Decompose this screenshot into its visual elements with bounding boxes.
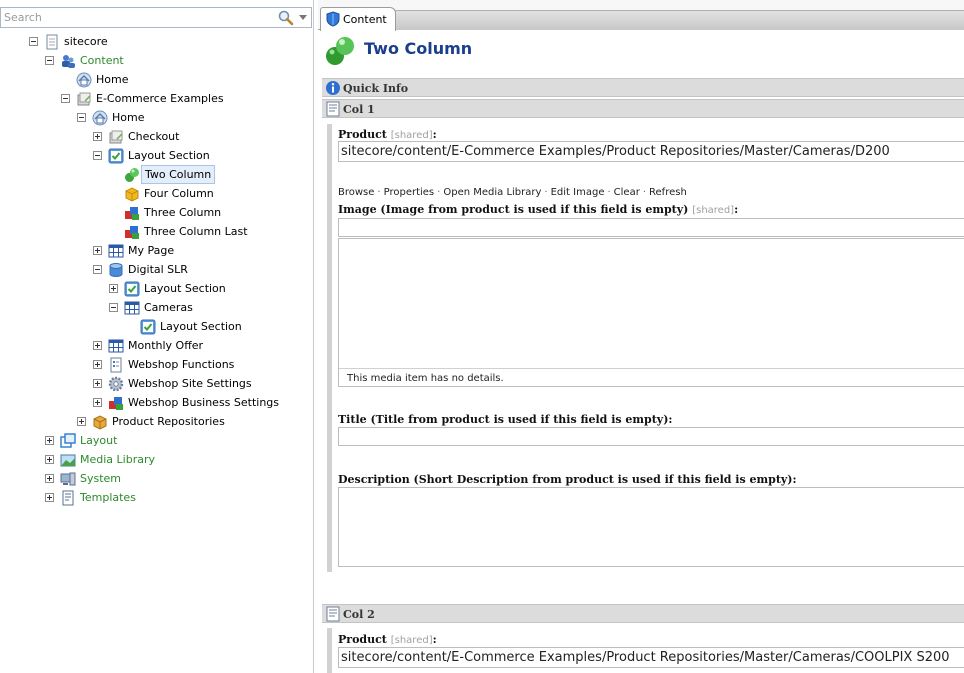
collapse-toggle[interactable] — [93, 151, 102, 160]
color-blocks-icon — [125, 226, 139, 239]
folder-pages-icon — [77, 92, 91, 106]
color-blocks-icon — [125, 207, 139, 220]
folder-pages-icon — [109, 130, 123, 144]
expand-toggle[interactable] — [93, 379, 102, 388]
description-field-label: Description (Short Description from prod… — [338, 473, 797, 486]
package-icon — [93, 415, 107, 430]
expand-toggle[interactable] — [45, 455, 54, 464]
section-quick-info[interactable]: Quick Info — [322, 78, 964, 97]
collapse-toggle[interactable] — [61, 94, 70, 103]
document-icon — [46, 34, 58, 50]
expand-toggle[interactable] — [109, 284, 118, 293]
tree-view: sitecore Content Home E-Commerce Example… — [0, 32, 312, 672]
properties-link[interactable]: Properties — [384, 187, 435, 198]
tab-content[interactable]: Content — [320, 7, 396, 31]
grid-table-icon — [108, 339, 124, 353]
green-sphere-icon — [125, 168, 139, 182]
layout-windows-icon — [60, 433, 76, 448]
expand-toggle[interactable] — [93, 341, 102, 350]
col1-product-input[interactable]: sitecore/content/E-Commerce Examples/Pro… — [338, 141, 964, 162]
blue-shield-icon — [326, 11, 340, 27]
shared-tag: [shared] — [692, 205, 735, 216]
image-no-details-text: This media item has no details. — [347, 373, 504, 384]
content-tree-panel: sitecore Content Home E-Commerce Example… — [0, 0, 314, 673]
section-indent-bar — [327, 124, 332, 572]
collapse-toggle[interactable] — [109, 303, 118, 312]
section-indent-bar — [327, 628, 332, 673]
home-icon — [92, 110, 108, 126]
expand-toggle[interactable] — [93, 132, 102, 141]
search-options-chevron-down-icon[interactable] — [299, 15, 307, 20]
search-input[interactable] — [1, 8, 271, 27]
item-header: Two Column — [318, 31, 964, 75]
product-field-label: Product [shared]: — [338, 633, 437, 646]
image-path-input[interactable] — [338, 218, 964, 237]
yellow-box-icon — [125, 187, 139, 202]
collapse-toggle[interactable] — [93, 265, 102, 274]
expand-toggle[interactable] — [45, 493, 54, 502]
image-preview-box[interactable]: This media item has no details. — [338, 238, 964, 387]
description-textarea[interactable] — [338, 487, 964, 567]
clear-link[interactable]: Clear — [614, 187, 640, 198]
expand-toggle[interactable] — [93, 246, 102, 255]
expand-toggle[interactable] — [45, 474, 54, 483]
database-icon — [109, 263, 123, 277]
tree-search-box — [0, 7, 312, 28]
layout-check-icon — [124, 281, 140, 297]
section-document-icon — [326, 606, 340, 622]
section-document-icon — [326, 101, 340, 117]
col2-product-input[interactable]: sitecore/content/E-Commerce Examples/Pro… — [338, 647, 964, 668]
shared-tag: [shared] — [390, 635, 433, 646]
collapse-toggle[interactable] — [45, 56, 54, 65]
expand-toggle[interactable] — [77, 417, 86, 426]
content-users-icon — [62, 55, 75, 68]
open-media-library-link[interactable]: Open Media Library — [443, 187, 541, 198]
section-col-2[interactable]: Col 2 — [322, 604, 964, 623]
image-icon — [60, 454, 76, 467]
home-icon — [76, 72, 92, 88]
refresh-link[interactable]: Refresh — [649, 187, 687, 198]
layout-check-icon — [140, 319, 156, 335]
collapse-toggle[interactable] — [77, 113, 86, 122]
system-computer-icon — [60, 472, 76, 486]
info-icon — [326, 81, 340, 95]
content-editor-panel: Content Two Column Quick Info Col 1 Prod… — [318, 0, 964, 673]
expand-toggle[interactable] — [93, 398, 102, 407]
title-input[interactable] — [338, 427, 964, 446]
product-field-label: Product [shared]: — [338, 128, 437, 141]
title-field-label: Title (Title from product is used if thi… — [338, 413, 673, 426]
grid-table-icon — [108, 244, 124, 258]
tab-strip-background — [388, 10, 964, 30]
expand-toggle[interactable] — [45, 436, 54, 445]
editor-tab-strip: Content — [318, 0, 964, 31]
green-sphere-icon — [326, 37, 354, 65]
browse-link[interactable]: Browse — [338, 187, 374, 198]
expand-toggle[interactable] — [93, 360, 102, 369]
template-document-icon — [62, 490, 74, 506]
document-list-icon — [110, 357, 122, 373]
gear-icon — [108, 376, 124, 392]
page-title: Two Column — [364, 39, 473, 58]
section-col-1[interactable]: Col 1 — [322, 99, 964, 118]
grid-table-icon — [124, 301, 140, 315]
color-blocks-icon — [109, 397, 123, 410]
layout-check-icon — [108, 148, 124, 164]
edit-image-link[interactable]: Edit Image — [551, 187, 605, 198]
image-details-divider — [339, 368, 964, 369]
search-icon[interactable] — [277, 10, 295, 26]
shared-tag: [shared] — [390, 130, 433, 141]
image-command-bar: Browse · Properties · Open Media Library · Edi… — [338, 187, 687, 198]
image-field-label: Image (Image from product is used if thi… — [338, 203, 739, 216]
collapse-toggle[interactable] — [29, 37, 38, 46]
